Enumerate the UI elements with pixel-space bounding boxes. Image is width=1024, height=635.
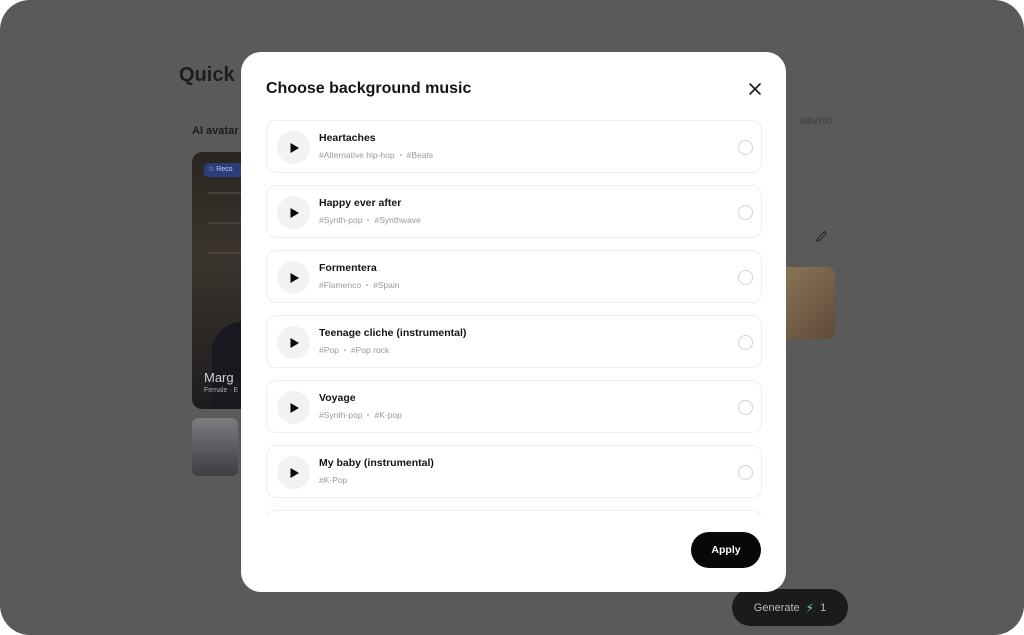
- ai-avatar-section-label: AI avatar: [192, 125, 239, 137]
- play-icon: [290, 207, 299, 218]
- track-tags: #K-Pop: [319, 475, 347, 485]
- track-tags: #Synth-pop #Synthwave: [319, 215, 421, 225]
- select-radio[interactable]: [738, 465, 753, 480]
- star-icon: ☆: [208, 166, 217, 173]
- music-track-list[interactable]: Heartaches #Alternative hip-hop #Beats Ha…: [266, 120, 762, 516]
- avatar-name: Marg: [204, 370, 234, 385]
- avatar-thumbnail: [192, 418, 238, 476]
- track-row[interactable]: Heartaches #Alternative hip-hop #Beats: [266, 120, 762, 173]
- track-row[interactable]: Formentera #Flamenco #Spain: [266, 250, 762, 303]
- track-tags: #Flamenco #Spain: [319, 280, 400, 290]
- play-icon: [290, 467, 299, 478]
- track-row[interactable]: [266, 510, 762, 516]
- track-tags: #Synth-pop #K-pop: [319, 410, 402, 420]
- track-tag: #Synth-pop: [319, 410, 363, 420]
- play-button[interactable]: [277, 261, 310, 294]
- track-tag: #Pop: [319, 345, 339, 355]
- play-button[interactable]: [277, 196, 310, 229]
- select-radio[interactable]: [738, 335, 753, 350]
- play-button[interactable]: [277, 326, 310, 359]
- select-radio[interactable]: [738, 400, 753, 415]
- track-tag: #Pop rock: [350, 345, 390, 355]
- track-name: Voyage: [319, 392, 356, 404]
- character-counter: 480/700: [800, 116, 833, 126]
- track-row[interactable]: My baby (instrumental) #K-Pop: [266, 445, 762, 498]
- track-row[interactable]: Voyage #Synth-pop #K-pop: [266, 380, 762, 433]
- track-tag: #Spain: [373, 280, 400, 290]
- avatar-meta: Female · E: [204, 387, 239, 394]
- bolt-icon: ⚡: [805, 600, 815, 615]
- play-icon: [290, 142, 299, 153]
- separator-dot: [367, 219, 370, 221]
- apply-button[interactable]: Apply: [691, 532, 761, 568]
- track-name: Happy ever after: [319, 197, 402, 209]
- track-tag: #K-Pop: [319, 475, 348, 485]
- track-name: Heartaches: [319, 132, 376, 144]
- play-icon: [290, 272, 299, 283]
- play-button[interactable]: [277, 131, 310, 164]
- generate-count: 1: [820, 601, 827, 614]
- track-row[interactable]: Teenage cliche (instrumental) #Pop #Pop r…: [266, 315, 762, 368]
- track-tag: #Alternative hip-hop: [319, 150, 395, 160]
- select-radio[interactable]: [738, 140, 753, 155]
- separator-dot: [367, 414, 370, 416]
- track-tag: #K-pop: [374, 410, 402, 420]
- background-thumbnail: [786, 267, 835, 339]
- track-name: Formentera: [319, 262, 377, 274]
- track-name: Teenage cliche (instrumental): [319, 327, 467, 339]
- select-radio[interactable]: [738, 270, 753, 285]
- select-radio[interactable]: [738, 205, 753, 220]
- separator-dot: [399, 154, 402, 156]
- track-row[interactable]: Happy ever after #Synth-pop #Synthwave: [266, 185, 762, 238]
- track-tag: #Flamenco: [319, 280, 362, 290]
- dialog-title: Choose background music: [266, 80, 472, 97]
- track-name: My baby (instrumental): [319, 457, 434, 469]
- generate-label: Generate: [753, 601, 800, 614]
- play-button[interactable]: [277, 456, 310, 489]
- separator-dot: [366, 284, 369, 286]
- play-icon: [290, 337, 299, 348]
- recommended-badge-label: Reco: [216, 166, 233, 173]
- pencil-icon: [816, 230, 828, 242]
- track-tag: #Synthwave: [374, 215, 421, 225]
- close-button[interactable]: [744, 78, 766, 100]
- close-icon: [749, 83, 761, 95]
- play-icon: [290, 402, 299, 413]
- background-music-dialog: Choose background music Heartaches #Alte…: [241, 52, 786, 592]
- track-tag: #Beats: [406, 150, 434, 160]
- separator-dot: [343, 349, 346, 351]
- play-button[interactable]: [277, 391, 310, 424]
- generate-button: Generate ⚡ 1: [732, 589, 848, 626]
- track-tags: #Pop #Pop rock: [319, 345, 389, 355]
- track-tag: #Synth-pop: [319, 215, 363, 225]
- track-tags: #Alternative hip-hop #Beats: [319, 150, 433, 160]
